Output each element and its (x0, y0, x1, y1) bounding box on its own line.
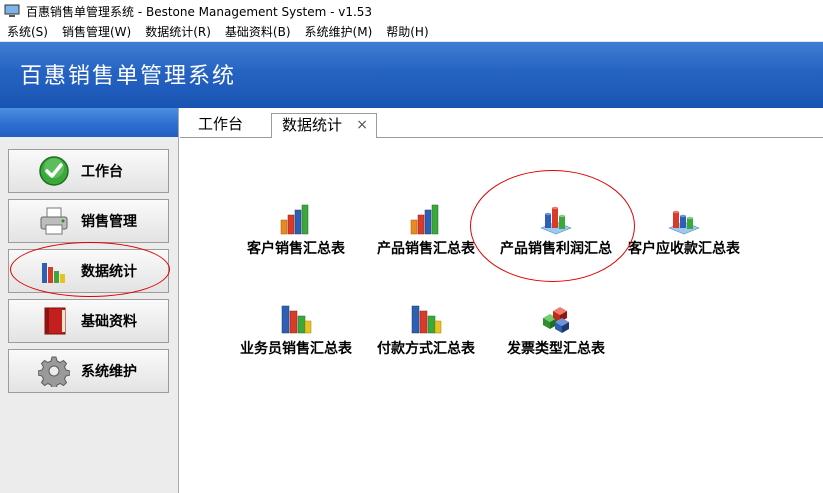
report-label: 产品销售利润汇总 (500, 241, 612, 257)
sidebar-item-basic-data[interactable]: 基础资料 (8, 299, 169, 343)
report-label: 客户应收款汇总表 (628, 241, 740, 257)
printer-icon (37, 204, 71, 238)
report-salesperson-sales[interactable]: 业务员销售汇总表 (231, 302, 361, 358)
menu-maintenance[interactable]: 系统维护(M) (298, 22, 380, 42)
cubes-icon (539, 302, 573, 336)
sidebar: 工作台 销售管理 数据统计 基础资料 系统维护 (0, 108, 179, 493)
bar-chart-icon (409, 202, 443, 236)
report-label: 发票类型汇总表 (507, 341, 605, 357)
menu-bar: 系统(S) 销售管理(W) 数据统计(R) 基础资料(B) 系统维护(M) 帮助… (0, 22, 823, 42)
sidebar-item-label: 系统维护 (81, 364, 137, 380)
sidebar-item-label: 销售管理 (81, 214, 137, 230)
gear-icon (37, 354, 71, 388)
bar-chart-icon (279, 202, 313, 236)
report-product-profit[interactable]: 产品销售利润汇总 (491, 202, 621, 258)
book-icon (37, 304, 71, 338)
sidebar-item-label: 数据统计 (81, 264, 137, 280)
cylinder-chart-icon (539, 202, 573, 236)
menu-help[interactable]: 帮助(H) (379, 22, 435, 42)
report-invoice-type[interactable]: 发票类型汇总表 (491, 302, 621, 358)
sidebar-item-label: 基础资料 (81, 314, 137, 330)
window-title: 百惠销售单管理系统 - Bestone Management System - … (26, 4, 373, 19)
sidebar-item-statistics[interactable]: 数据统计 (8, 249, 169, 293)
sidebar-item-label: 工作台 (81, 164, 123, 180)
report-label: 客户销售汇总表 (247, 241, 345, 257)
sidebar-item-workbench[interactable]: 工作台 (8, 149, 169, 193)
report-payment-method[interactable]: 付款方式汇总表 (361, 302, 491, 358)
column-chart-icon (279, 302, 313, 336)
close-icon[interactable]: × (356, 114, 368, 137)
sidebar-item-sales[interactable]: 销售管理 (8, 199, 169, 243)
bar-chart-icon (37, 254, 71, 288)
report-label: 产品销售汇总表 (377, 241, 475, 257)
check-circle-icon (37, 154, 71, 188)
sidebar-item-maintenance[interactable]: 系统维护 (8, 349, 169, 393)
menu-basic-data[interactable]: 基础资料(B) (218, 22, 298, 42)
app-monitor-icon (4, 4, 20, 18)
report-product-sales[interactable]: 产品销售汇总表 (361, 202, 491, 258)
tab-label: 数据统计 (282, 116, 343, 134)
tab-workbench[interactable]: 工作台 (188, 113, 253, 138)
report-customer-receivable[interactable]: 客户应收款汇总表 (619, 202, 749, 258)
app-banner: 百惠销售单管理系统 (0, 42, 823, 108)
report-panel: 客户销售汇总表 产品销售汇总表 产品销售利润汇总 客户应收款汇总表 业务员销售汇… (180, 138, 823, 493)
menu-statistics[interactable]: 数据统计(R) (138, 22, 218, 42)
report-label: 业务员销售汇总表 (240, 341, 352, 357)
title-bar: 百惠销售单管理系统 - Bestone Management System - … (0, 0, 823, 22)
banner-title: 百惠销售单管理系统 (20, 64, 237, 89)
menu-system[interactable]: 系统(S) (0, 22, 55, 42)
report-customer-sales[interactable]: 客户销售汇总表 (231, 202, 361, 258)
tab-bar: 工作台 数据统计 × (180, 108, 823, 139)
menu-sales[interactable]: 销售管理(W) (55, 22, 138, 42)
cylinder-chart-icon (667, 202, 701, 236)
report-label: 付款方式汇总表 (377, 341, 475, 357)
sidebar-header (0, 108, 178, 137)
tab-statistics[interactable]: 数据统计 × (271, 113, 378, 139)
column-chart-icon (409, 302, 443, 336)
